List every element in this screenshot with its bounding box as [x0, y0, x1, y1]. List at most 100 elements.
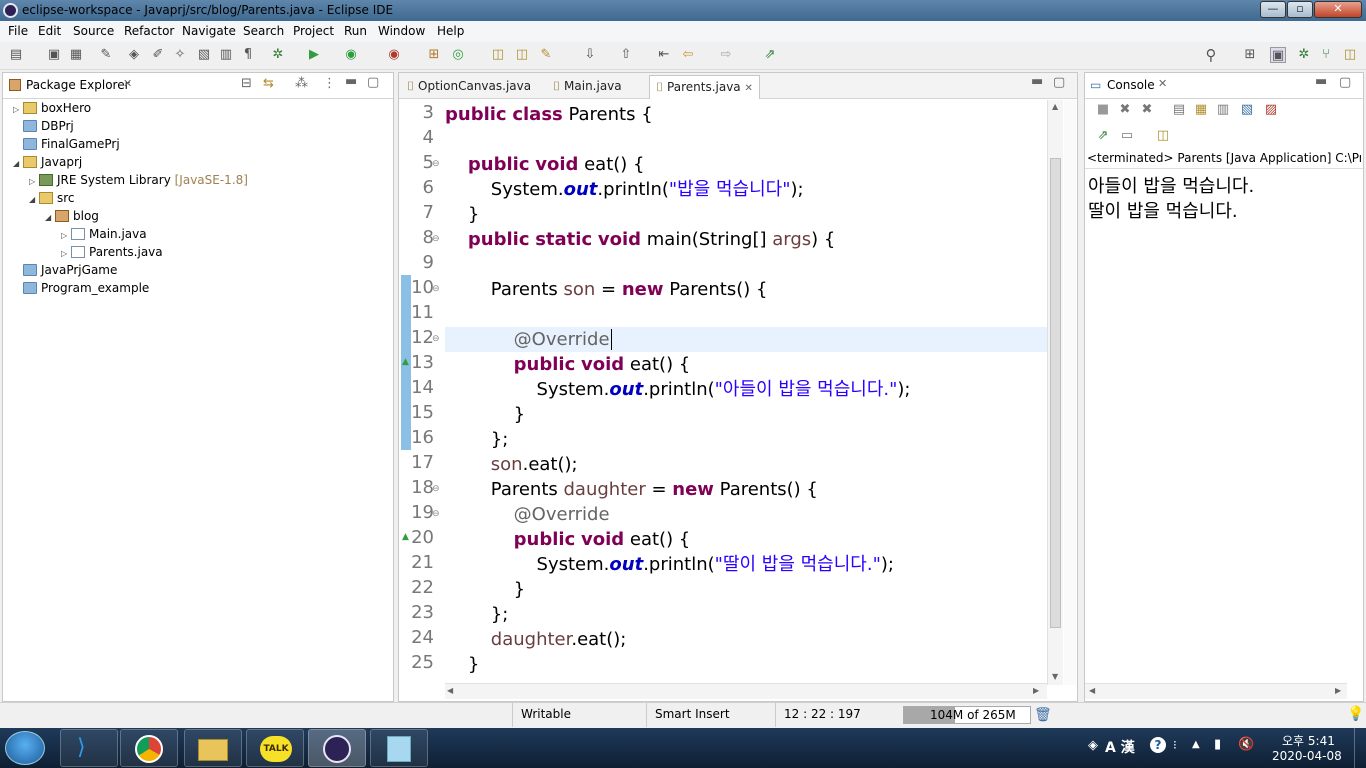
fold-icon[interactable]: ⊖ — [432, 509, 440, 519]
ime-options-icon[interactable]: ⁝ — [1173, 738, 1177, 752]
maximize-console-icon[interactable]: ▢ — [1339, 75, 1351, 90]
clock-time[interactable]: 오후 5:41 — [1282, 732, 1335, 749]
scroll-left-icon[interactable]: ◀ — [1089, 686, 1095, 695]
last-edit-icon[interactable]: ⇤ — [656, 47, 672, 63]
save-icon[interactable]: ▣ — [46, 47, 62, 63]
search-tool-icon[interactable]: ✎ — [538, 47, 554, 63]
scroll-left-icon[interactable]: ◀ — [447, 686, 453, 695]
menu-refactor[interactable]: Refactor — [124, 24, 174, 38]
java-perspective-icon[interactable]: ▣ — [1270, 47, 1286, 63]
fold-icon[interactable]: ⊖ — [432, 159, 440, 169]
new-icon[interactable]: ▤ — [8, 47, 24, 63]
maximize-view-icon[interactable]: ▢ — [367, 75, 379, 90]
scroll-up-icon[interactable]: ▲ — [1052, 102, 1058, 111]
menu-edit[interactable]: Edit — [38, 24, 61, 38]
tip-icon[interactable]: 💡 — [1347, 706, 1364, 722]
chrome-taskbar-icon[interactable] — [120, 729, 178, 767]
close-view-icon[interactable]: ✕ — [123, 77, 132, 90]
minimize-view-icon[interactable]: ▬ — [345, 74, 357, 89]
new-class-icon[interactable]: ⊞ — [426, 47, 442, 63]
volume-muted-icon[interactable]: 🔇 — [1238, 737, 1254, 752]
kakaotalk-taskbar-icon[interactable]: TALK — [246, 729, 304, 767]
menu-window[interactable]: Window — [378, 24, 425, 38]
collapse-all-icon[interactable]: ⊟ — [241, 76, 252, 91]
tab-optioncanvas[interactable]: ⌷ OptionCanvas.java — [401, 75, 537, 99]
display-console-icon[interactable]: ▭ — [1119, 128, 1135, 144]
heap-status[interactable]: 104M of 265M — [903, 706, 1031, 724]
show-stderr-icon[interactable]: ▨ — [1263, 102, 1279, 118]
clear-console-icon[interactable]: ▤ — [1171, 102, 1187, 118]
fold-icon[interactable]: ⊖ — [432, 334, 440, 344]
forward-icon[interactable]: ⇨ — [718, 47, 734, 63]
console-horizontal-scrollbar[interactable]: ◀ ▶ — [1085, 683, 1347, 699]
fold-icon[interactable]: ⊖ — [432, 234, 440, 244]
fold-icon[interactable]: ⊖ — [432, 284, 440, 294]
link-icon[interactable]: ✎ — [98, 47, 114, 63]
tree-item[interactable]: JavaPrjGame — [23, 261, 117, 279]
menu-run[interactable]: Run — [344, 24, 367, 38]
hierarchy-icon[interactable]: ◈ — [126, 47, 142, 63]
coverage-icon[interactable]: ◉ — [343, 47, 359, 63]
terminate-icon[interactable]: ■ — [1095, 102, 1111, 118]
notepad-taskbar-icon[interactable] — [370, 729, 428, 767]
minimize-editor-icon[interactable]: ▬ — [1031, 74, 1043, 89]
next-annotation-icon[interactable]: ⇩ — [582, 47, 598, 63]
fold-icon[interactable]: ⊖ — [432, 484, 440, 494]
search-icon[interactable]: ⚲ — [1203, 47, 1219, 63]
tree-item[interactable]: ◢ src — [29, 189, 75, 207]
annotation-icon[interactable]: ▧ — [196, 47, 212, 63]
garbage-collect-icon[interactable]: 🗑 — [1034, 707, 1052, 723]
tree-item[interactable]: ▷ Parents.java — [61, 243, 163, 261]
tree-item[interactable]: ▷ JRE System Library [JavaSE-1.8] — [29, 171, 248, 189]
tree-item[interactable]: ◢ blog — [45, 207, 99, 225]
show-hidden-icons[interactable]: ▲ — [1192, 739, 1200, 750]
tree-item[interactable]: ▷ Main.java — [61, 225, 147, 243]
save-all-icon[interactable]: ▦ — [68, 47, 84, 63]
ime-indicator[interactable]: A 漢 — [1105, 737, 1135, 757]
block-icon[interactable]: ▥ — [218, 47, 234, 63]
tree-item[interactable]: FinalGamePrj — [23, 135, 120, 153]
scroll-lock-icon[interactable]: ▦ — [1193, 102, 1209, 118]
tab-main[interactable]: ⌷ Main.java — [547, 75, 628, 99]
tree-item[interactable]: DBPrj — [23, 117, 74, 135]
remove-all-icon[interactable]: ✖ — [1139, 102, 1155, 118]
back-icon[interactable]: ⇦ — [680, 47, 696, 63]
focus-icon[interactable]: ⁂ — [295, 76, 308, 91]
explorer-taskbar-icon[interactable] — [184, 729, 242, 767]
show-desktop-button[interactable] — [1354, 728, 1366, 768]
mark-icon[interactable]: ✧ — [172, 47, 188, 63]
pin-console-icon[interactable]: ⇗ — [1095, 128, 1111, 144]
tree-item[interactable]: ▷ boxHero — [13, 99, 91, 117]
vscode-taskbar-icon[interactable]: ⟩ — [60, 729, 118, 767]
open-console-icon[interactable]: ◫ — [1155, 128, 1171, 144]
word-wrap-icon[interactable]: ▥ — [1215, 102, 1231, 118]
editor-horizontal-scrollbar[interactable]: ◀ ▶ — [445, 683, 1047, 699]
scroll-right-icon[interactable]: ▶ — [1335, 686, 1341, 695]
help-tray-icon[interactable]: ? — [1150, 737, 1166, 753]
menu-file[interactable]: File — [8, 24, 28, 38]
prev-annotation-icon[interactable]: ⇧ — [618, 47, 634, 63]
minimize-console-icon[interactable]: ▬ — [1315, 74, 1327, 89]
code-area[interactable]: public class Parents { public void eat()… — [445, 100, 1049, 680]
pin-editor-icon[interactable]: ⇗ — [762, 47, 778, 63]
highlight-icon[interactable]: ✐ — [150, 47, 166, 63]
menu-help[interactable]: Help — [437, 24, 464, 38]
editor-vertical-scrollbar[interactable]: ▲ ▼ — [1047, 100, 1063, 685]
show-stdout-icon[interactable]: ▧ — [1239, 102, 1255, 118]
menu-project[interactable]: Project — [293, 24, 334, 38]
debug-icon[interactable]: ✲ — [270, 47, 286, 63]
eclipse-taskbar-icon[interactable] — [308, 729, 366, 767]
network-tray-icon[interactable]: ◈ — [1088, 738, 1098, 753]
menu-source[interactable]: Source — [73, 24, 114, 38]
console-output[interactable]: 아들이 밥을 먹습니다. 딸이 밥을 먹습니다. — [1085, 168, 1363, 688]
run-icon[interactable]: ▶ — [306, 47, 322, 63]
maximize-editor-icon[interactable]: ▢ — [1053, 75, 1065, 90]
tab-parents[interactable]: ⌷ Parents.java ✕ — [649, 75, 760, 99]
maximize-button[interactable]: ▫ — [1287, 1, 1313, 18]
scroll-down-icon[interactable]: ▼ — [1052, 672, 1058, 681]
new-java-project-icon[interactable]: ◎ — [450, 47, 466, 63]
minimize-button[interactable]: — — [1260, 1, 1286, 18]
close-console-icon[interactable]: ✕ — [1158, 77, 1167, 90]
tree-item[interactable]: Program_example — [23, 279, 149, 297]
remove-launch-icon[interactable]: ✖ — [1117, 102, 1133, 118]
